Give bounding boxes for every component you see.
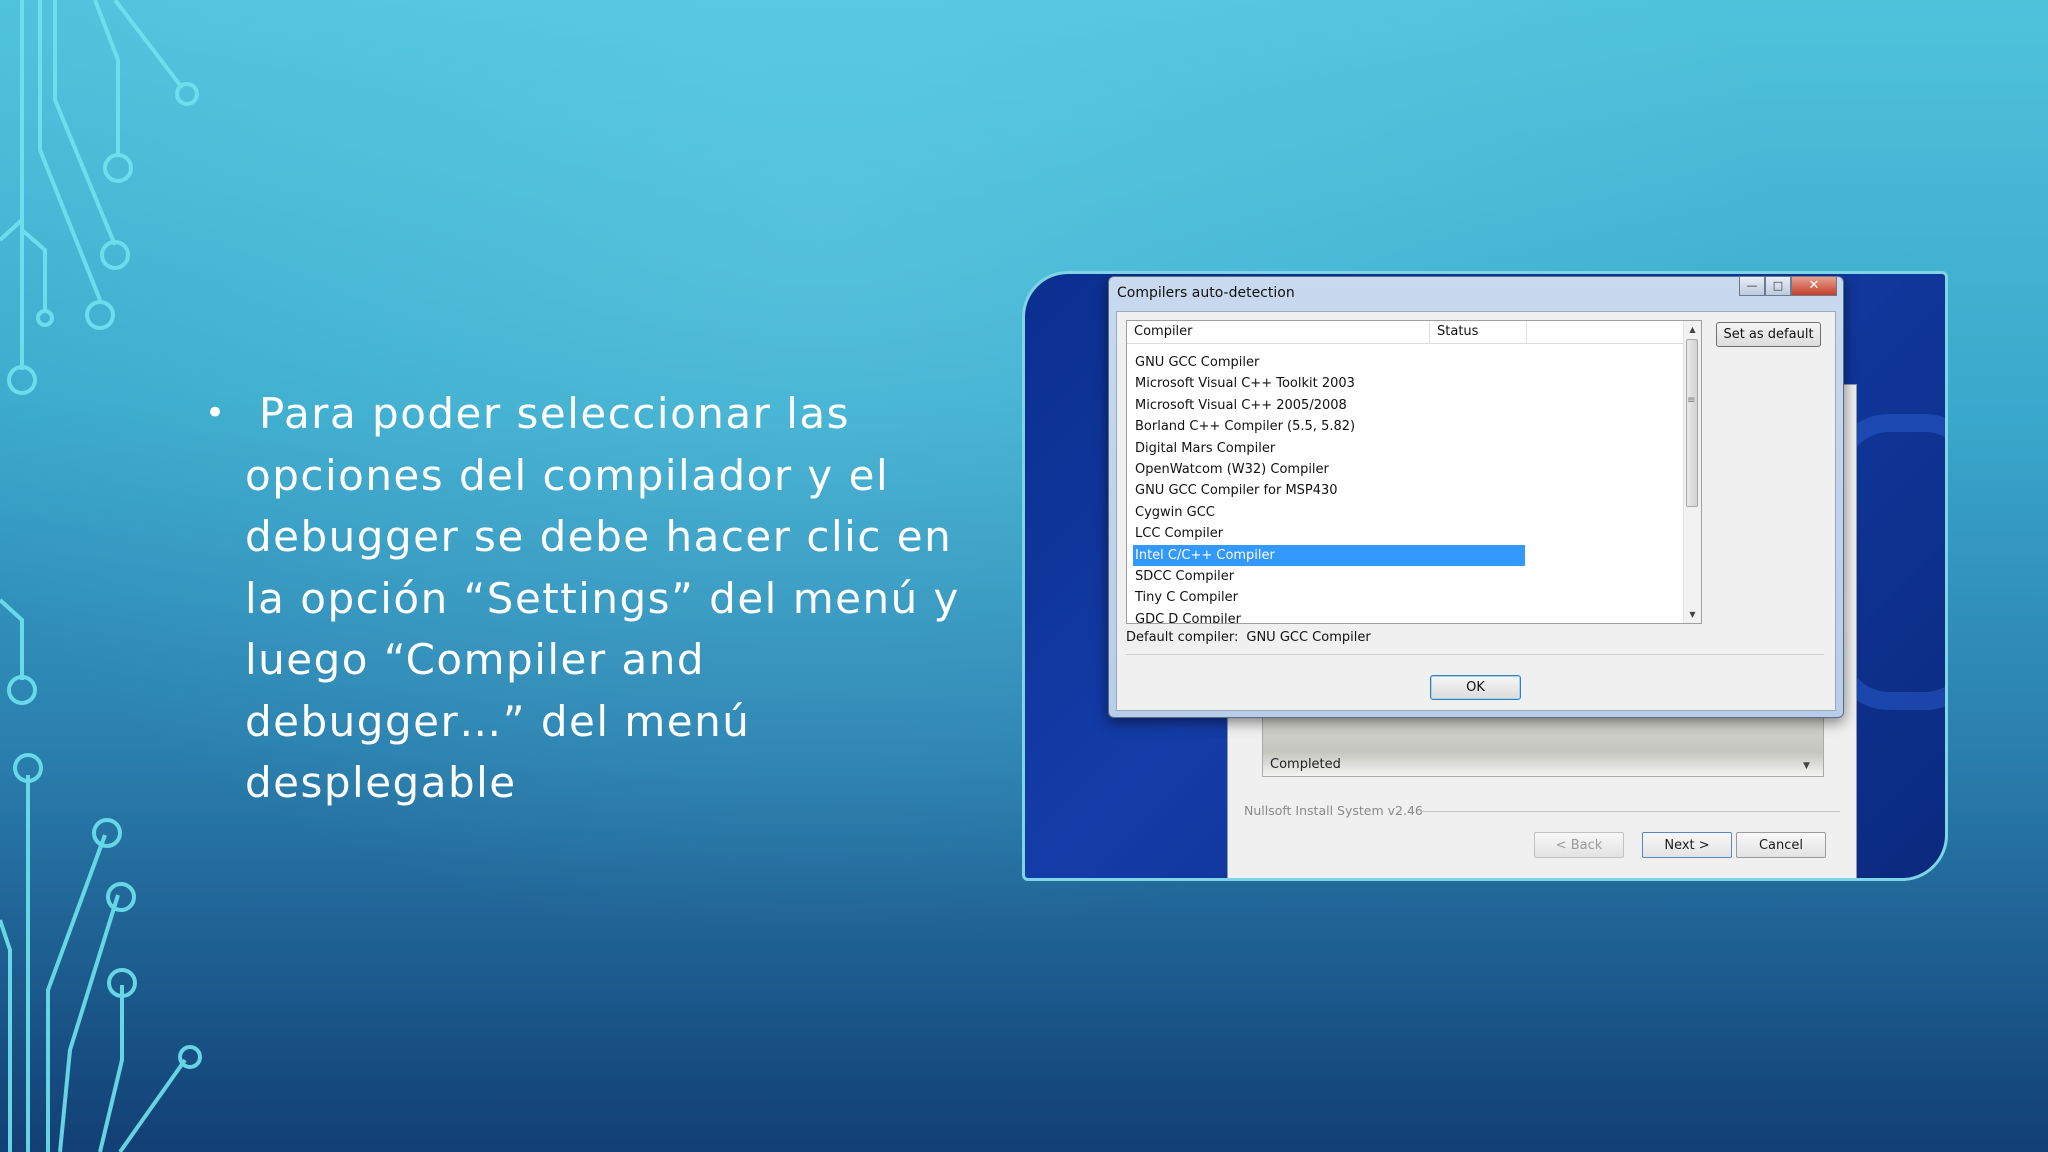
dialog-title: Compilers auto-detection	[1117, 285, 1295, 301]
list-item[interactable]: GNU GCC Compiler for MSP430	[1133, 480, 1525, 501]
completed-label: Completed	[1270, 757, 1341, 772]
bullet-line: debugger…” del menú	[245, 696, 751, 746]
list-item[interactable]: Microsoft Visual C++ 2005/2008	[1133, 395, 1525, 416]
bullet-icon: •	[205, 393, 226, 433]
scrollbar-grip-icon: ≡	[1687, 395, 1696, 406]
embedded-screenshot: Completed ▼ Nullsoft Install System v2.4…	[1022, 271, 1948, 881]
list-item[interactable]: Digital Mars Compiler	[1133, 438, 1525, 459]
default-compiler-row: Default compiler: GNU GCC Compiler	[1126, 630, 1371, 645]
scroll-down-icon[interactable]: ▼	[1684, 606, 1701, 623]
divider	[1420, 811, 1840, 812]
vertical-scrollbar[interactable]: ▲ ≡ ▼	[1683, 321, 1701, 623]
bullet-line: debugger se debe hacer clic en	[245, 512, 953, 561]
compilers-dialog: Compilers auto-detection — □ ✕ Compiler …	[1108, 276, 1844, 718]
list-item[interactable]: Tiny C Compiler	[1133, 587, 1525, 608]
circuit-decoration-top	[0, 0, 199, 395]
bullet-line: Para poder seleccionar las	[259, 389, 851, 438]
list-item[interactable]: Borland C++ Compiler (5.5, 5.82)	[1133, 416, 1525, 437]
bullet-text: Para poder seleccionar las opciones del …	[245, 383, 960, 814]
circuit-decoration-bottom	[0, 598, 202, 1152]
ok-button[interactable]: OK	[1430, 675, 1521, 700]
scrollbar-thumb[interactable]	[1686, 339, 1698, 507]
list-header: Compiler Status	[1127, 321, 1683, 344]
nsis-version-label: Nullsoft Install System v2.46	[1244, 803, 1423, 818]
dialog-client-area: Compiler Status GNU GCC Compiler Microso…	[1116, 311, 1836, 711]
list-item[interactable]: OpenWatcom (W32) Compiler	[1133, 459, 1525, 480]
bullet-line: opciones del compilador y el	[245, 450, 890, 500]
list-item[interactable]: GDC D Compiler	[1133, 609, 1525, 623]
bullet-line: desplegable	[245, 758, 517, 807]
list-item[interactable]: GNU GCC Compiler	[1133, 352, 1525, 373]
column-header-compiler[interactable]: Compiler	[1127, 321, 1430, 343]
cancel-button[interactable]: Cancel	[1736, 832, 1826, 858]
list-item[interactable]: Cygwin GCC	[1133, 502, 1525, 523]
list-item-selected[interactable]: Intel C/C++ Compiler	[1133, 544, 1525, 566]
list-rows: GNU GCC Compiler Microsoft Visual C++ To…	[1133, 352, 1525, 623]
compiler-list[interactable]: Compiler Status GNU GCC Compiler Microso…	[1126, 320, 1702, 624]
list-item[interactable]: SDCC Compiler	[1133, 566, 1525, 587]
list-item[interactable]: Microsoft Visual C++ Toolkit 2003	[1133, 373, 1525, 394]
minimize-icon[interactable]: —	[1739, 276, 1765, 296]
column-header-status[interactable]: Status	[1430, 321, 1527, 343]
back-button[interactable]: < Back	[1534, 832, 1624, 858]
window-controls: — □ ✕	[1739, 276, 1837, 296]
close-icon[interactable]: ✕	[1791, 276, 1837, 296]
next-button[interactable]: Next >	[1642, 832, 1732, 858]
bullet-line: luego “Compiler and	[245, 635, 706, 684]
bullet-line: la opción “Settings” del menú y	[245, 573, 960, 623]
scroll-up-icon[interactable]: ▲	[1684, 321, 1701, 338]
divider	[1126, 654, 1824, 655]
set-as-default-button[interactable]: Set as default	[1716, 322, 1821, 347]
default-compiler-value: GNU GCC Compiler	[1246, 630, 1371, 645]
default-compiler-label: Default compiler:	[1126, 630, 1239, 645]
dropdown-arrow-icon[interactable]: ▼	[1803, 761, 1810, 771]
list-item[interactable]: LCC Compiler	[1133, 523, 1525, 544]
installer-progress-list	[1262, 715, 1824, 777]
maximize-icon[interactable]: □	[1765, 276, 1791, 296]
